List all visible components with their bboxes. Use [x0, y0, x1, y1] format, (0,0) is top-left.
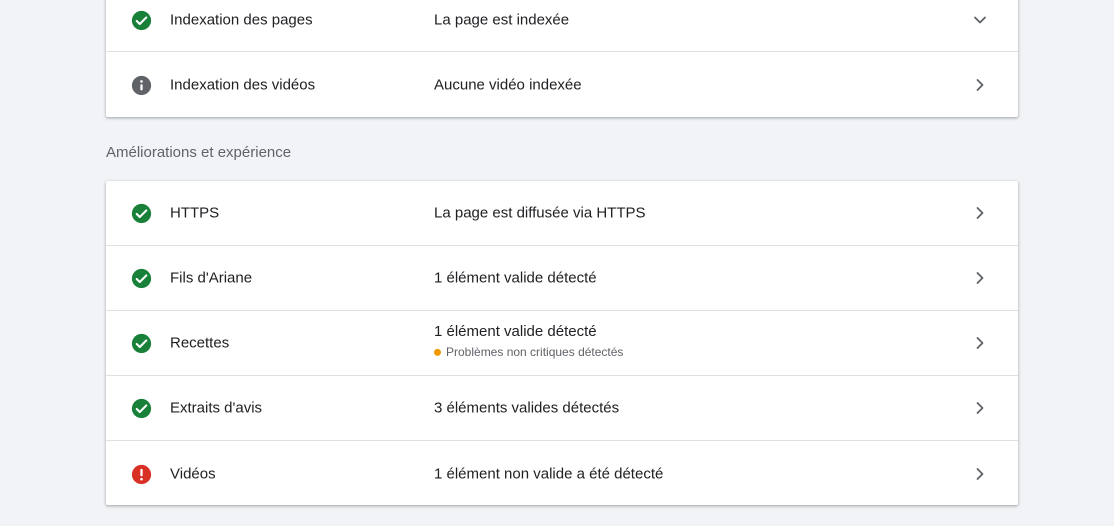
row-label: Vidéos [170, 465, 216, 482]
chevron-right-icon[interactable] [968, 201, 992, 225]
chevron-down-icon[interactable] [968, 8, 992, 32]
indexing-row-pages[interactable]: Indexation des pages La page est indexée [106, 0, 1018, 52]
enhancement-row-videos[interactable]: Vidéos 1 élément non valide a été détect… [106, 441, 1018, 506]
indexing-card: Indexation des pages La page est indexée… [106, 0, 1018, 117]
row-value: 3 éléments valides détectés [434, 399, 620, 417]
row-value: 1 élément valide détecté [434, 322, 597, 340]
row-label: Extraits d'avis [170, 399, 263, 417]
enhancement-row-https[interactable]: HTTPS La page est diffusée via HTTPS [106, 181, 1018, 246]
row-label: Indexation des vidéos [170, 76, 316, 93]
chevron-right-icon[interactable] [968, 396, 992, 420]
error-circle-icon [131, 464, 152, 485]
row-label: Indexation des pages [170, 11, 313, 28]
row-label: Recettes [170, 334, 230, 352]
check-circle-icon [131, 333, 152, 354]
row-label: Fils d'Ariane [170, 269, 253, 287]
warning-text: Problèmes non critiques détectés [446, 344, 624, 359]
row-value: Aucune vidéo indexée [434, 76, 582, 93]
check-circle-icon [131, 398, 152, 419]
chevron-right-icon[interactable] [968, 73, 992, 97]
warning-dot-icon [434, 348, 441, 356]
enhancement-row-breadcrumbs[interactable]: Fils d'Ariane 1 élément valide détecté [106, 246, 1018, 311]
chevron-right-icon[interactable] [968, 462, 992, 486]
info-icon [131, 75, 152, 96]
enhancements-card: HTTPS La page est diffusée via HTTPS Fil… [106, 181, 1018, 505]
section-heading-enhancements: Améliorations et expérience [106, 144, 292, 161]
chevron-right-icon[interactable] [968, 266, 992, 290]
warning-subtext: Problèmes non critiques détectés [434, 345, 623, 359]
indexing-row-videos[interactable]: Indexation des vidéos Aucune vidéo index… [106, 52, 1018, 117]
check-circle-icon [131, 268, 152, 289]
row-label: HTTPS [170, 204, 220, 222]
check-circle-icon [131, 10, 152, 31]
row-value: La page est indexée [434, 11, 570, 28]
enhancement-row-review-snippets[interactable]: Extraits d'avis 3 éléments valides détec… [106, 376, 1018, 441]
row-value: La page est diffusée via HTTPS [434, 204, 646, 222]
chevron-right-icon[interactable] [968, 331, 992, 355]
row-value-group: 1 élément valide détecté Problèmes non c… [434, 323, 623, 359]
row-value: 1 élément non valide a été détecté [434, 465, 664, 482]
row-value: 1 élément valide détecté [434, 269, 597, 287]
check-circle-icon [131, 203, 152, 224]
enhancement-row-recipes[interactable]: Recettes 1 élément valide détecté Problè… [106, 311, 1018, 376]
